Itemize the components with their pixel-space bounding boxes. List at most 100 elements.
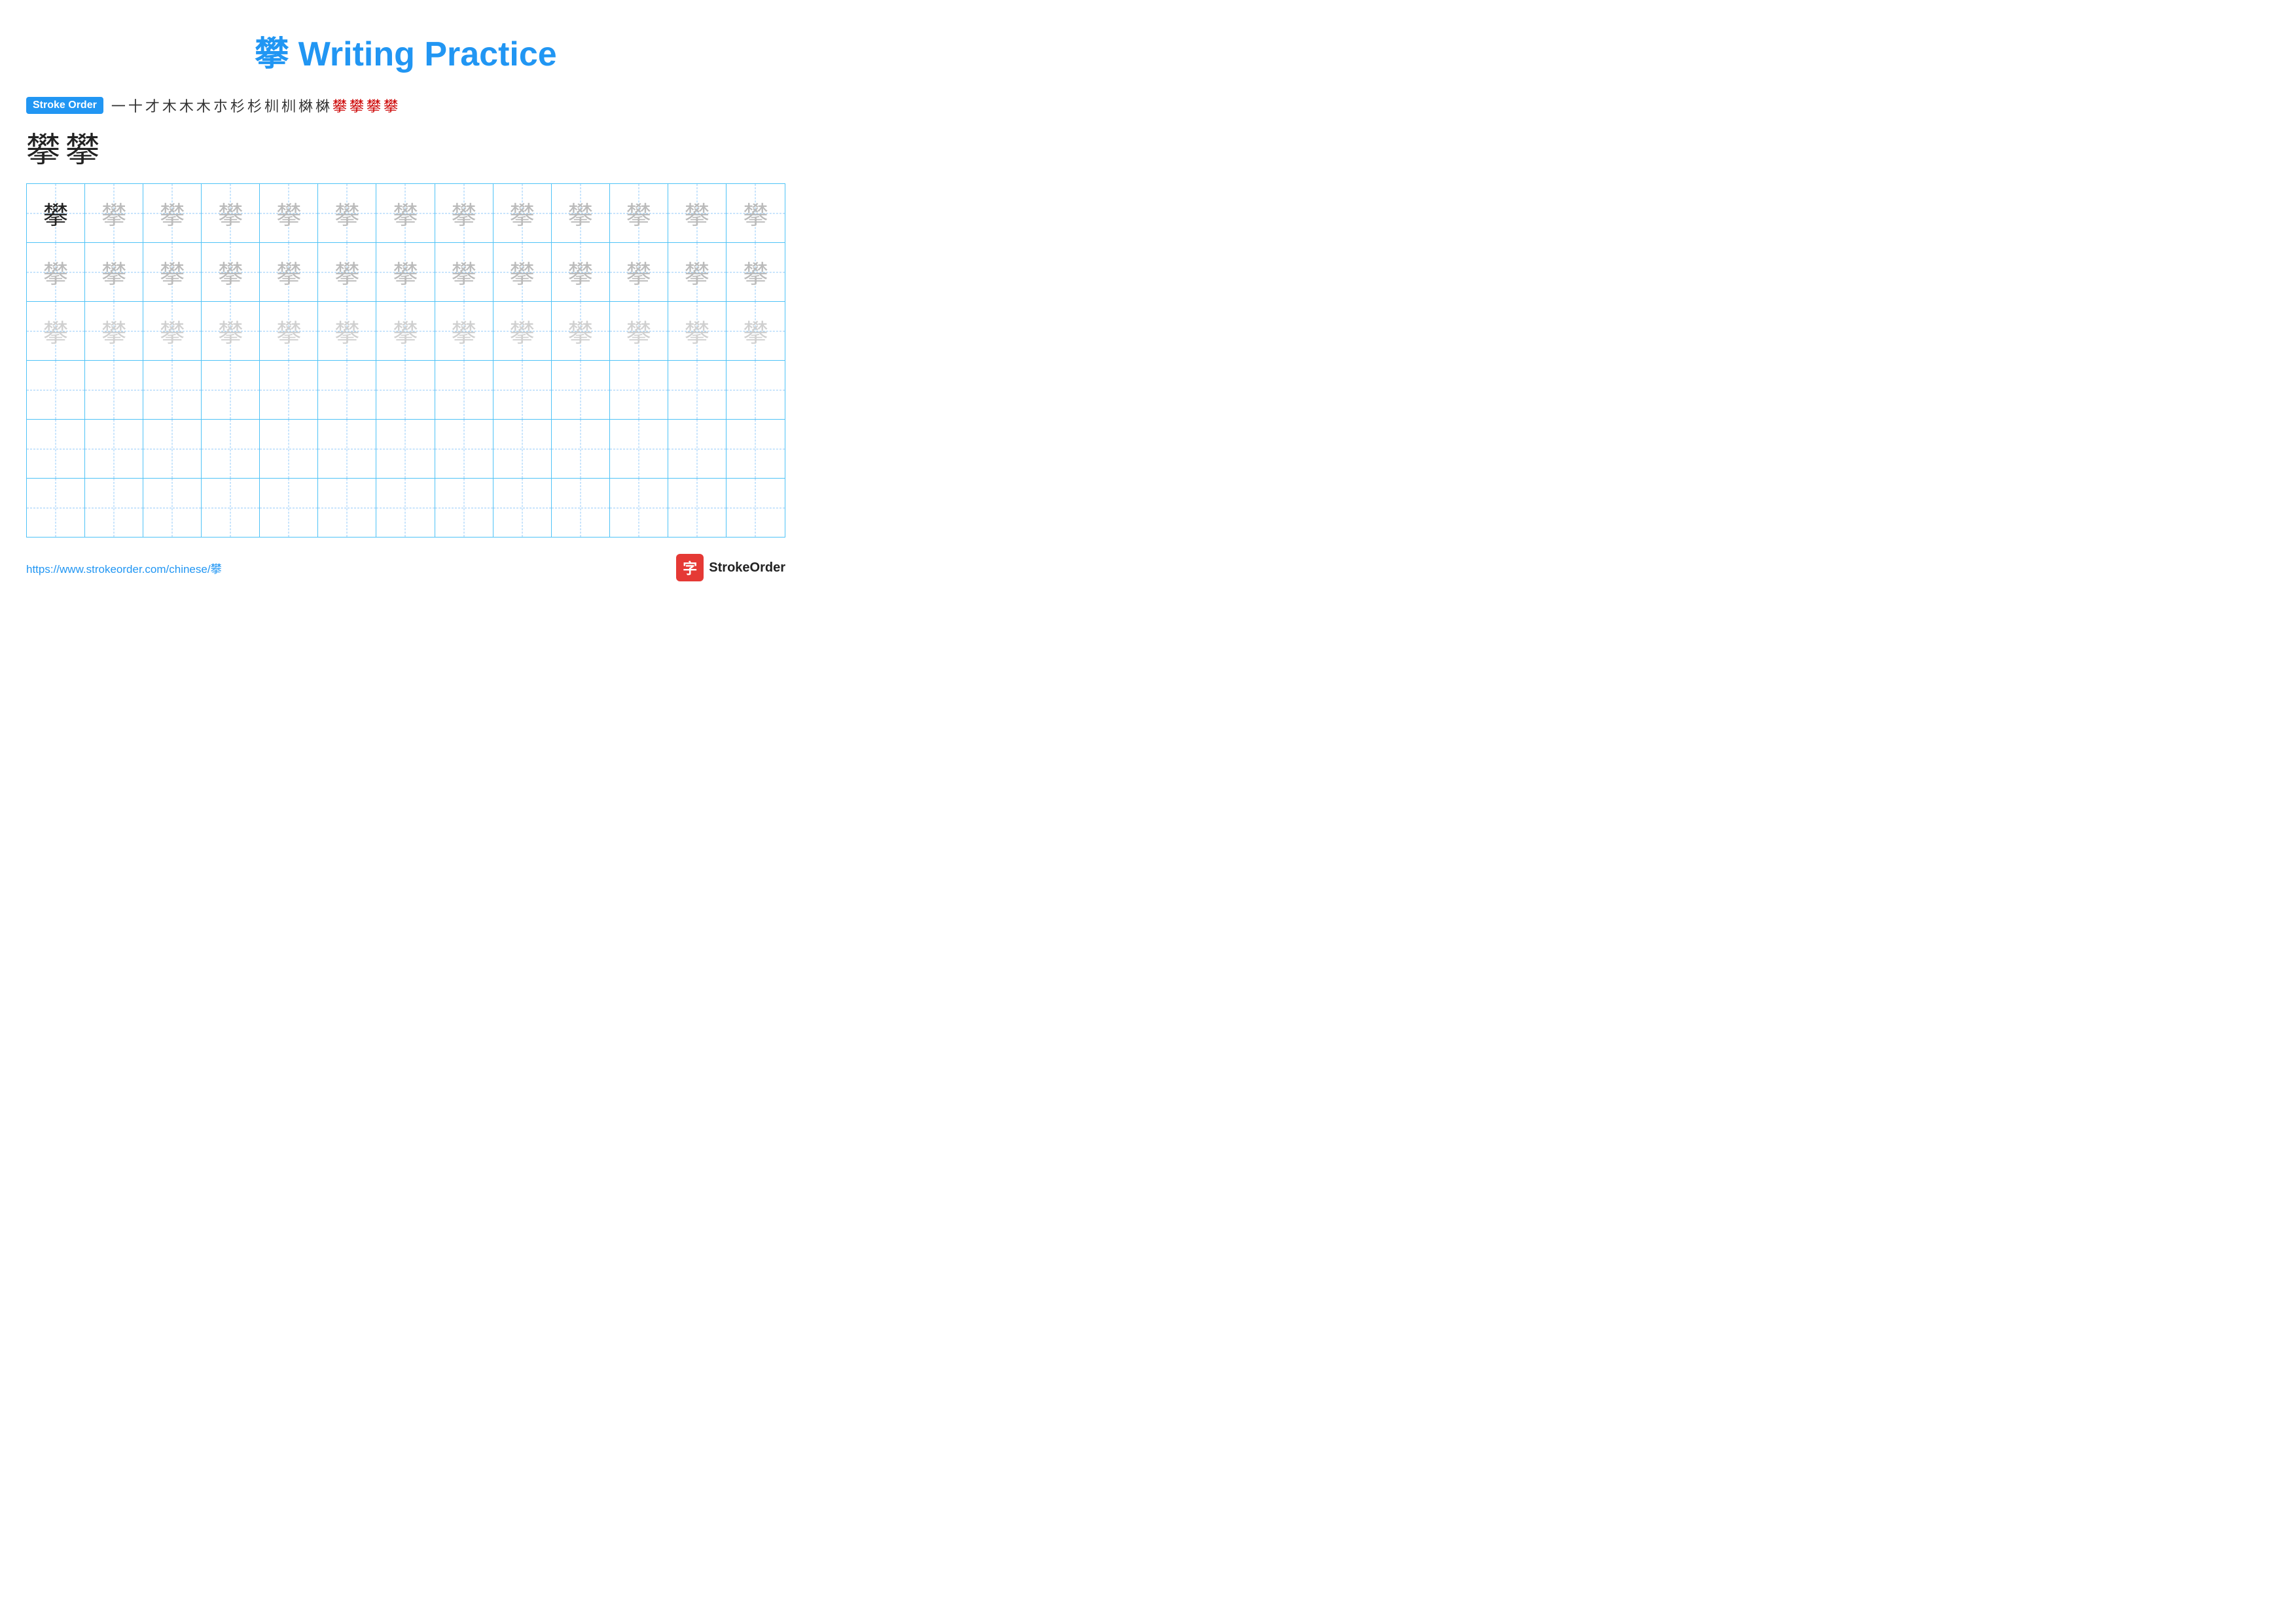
grid-cell[interactable] (726, 479, 785, 537)
grid-cell[interactable]: 攀 (143, 302, 202, 360)
grid-cell[interactable] (318, 420, 376, 478)
grid-cell[interactable]: 攀 (85, 302, 143, 360)
grid-cell[interactable] (610, 479, 668, 537)
grid-cell[interactable]: 攀 (610, 184, 668, 242)
grid-cell[interactable]: 攀 (318, 243, 376, 301)
grid-cell[interactable] (260, 361, 318, 419)
grid-cell[interactable]: 攀 (27, 184, 85, 242)
grid-cell[interactable] (318, 479, 376, 537)
grid-cell[interactable]: 攀 (318, 184, 376, 242)
footer-logo-text: StrokeOrder (709, 560, 785, 575)
grid-row[interactable] (27, 361, 785, 420)
grid-cell[interactable]: 攀 (552, 184, 610, 242)
grid-cell[interactable]: 攀 (202, 243, 260, 301)
grid-cell[interactable] (493, 420, 552, 478)
grid-cell[interactable] (143, 361, 202, 419)
grid-cell[interactable] (85, 479, 143, 537)
cell-character: 攀 (160, 313, 185, 349)
grid-cell[interactable] (260, 479, 318, 537)
cell-character: 攀 (101, 254, 126, 290)
stroke-step: 一 (111, 95, 126, 116)
cell-character: 攀 (101, 195, 126, 231)
grid-row[interactable]: 攀攀攀攀攀攀攀攀攀攀攀攀攀 (27, 243, 785, 302)
grid-cell[interactable]: 攀 (610, 302, 668, 360)
grid-cell[interactable]: 攀 (493, 302, 552, 360)
grid-row[interactable] (27, 420, 785, 479)
grid-cell[interactable] (610, 420, 668, 478)
grid-cell[interactable]: 攀 (610, 243, 668, 301)
grid-cell[interactable] (552, 479, 610, 537)
stroke-step: 攀 (367, 95, 381, 116)
grid-cell[interactable]: 攀 (435, 243, 493, 301)
grid-cell[interactable] (202, 361, 260, 419)
grid-row[interactable] (27, 479, 785, 537)
grid-cell[interactable] (318, 361, 376, 419)
grid-cell[interactable] (202, 420, 260, 478)
grid-cell[interactable]: 攀 (552, 302, 610, 360)
grid-cell[interactable] (668, 361, 726, 419)
grid-cell[interactable] (726, 420, 785, 478)
grid-cell[interactable] (143, 420, 202, 478)
grid-cell[interactable] (376, 361, 435, 419)
final-char: 攀 (65, 122, 99, 172)
cell-character: 攀 (276, 254, 301, 290)
grid-cell[interactable]: 攀 (435, 302, 493, 360)
grid-row[interactable]: 攀攀攀攀攀攀攀攀攀攀攀攀攀 (27, 184, 785, 243)
cell-character: 攀 (160, 195, 185, 231)
grid-cell[interactable] (27, 420, 85, 478)
grid-cell[interactable]: 攀 (493, 184, 552, 242)
grid-cell[interactable]: 攀 (493, 243, 552, 301)
grid-cell[interactable] (493, 479, 552, 537)
grid-cell[interactable]: 攀 (85, 184, 143, 242)
grid-cell[interactable]: 攀 (260, 302, 318, 360)
grid-cell[interactable] (85, 361, 143, 419)
grid-cell[interactable]: 攀 (552, 243, 610, 301)
grid-cell[interactable] (376, 479, 435, 537)
grid-cell[interactable]: 攀 (668, 302, 726, 360)
grid-cell[interactable] (435, 420, 493, 478)
grid-cell[interactable] (27, 479, 85, 537)
grid-cell[interactable]: 攀 (260, 184, 318, 242)
grid-cell[interactable] (435, 479, 493, 537)
grid-cell[interactable]: 攀 (726, 184, 785, 242)
grid-cell[interactable] (668, 420, 726, 478)
grid-cell[interactable] (610, 361, 668, 419)
grid-cell[interactable]: 攀 (202, 302, 260, 360)
grid-cell[interactable] (552, 361, 610, 419)
footer-url[interactable]: https://www.strokeorder.com/chinese/攀 (26, 560, 222, 576)
grid-cell[interactable] (493, 361, 552, 419)
grid-cell[interactable] (202, 479, 260, 537)
grid-cell[interactable] (726, 361, 785, 419)
grid-cell[interactable] (143, 479, 202, 537)
grid-cell[interactable]: 攀 (27, 243, 85, 301)
grid-cell[interactable] (85, 420, 143, 478)
grid-cell[interactable] (435, 361, 493, 419)
stroke-step: 攀 (384, 95, 398, 116)
grid-cell[interactable] (260, 420, 318, 478)
grid-cell[interactable]: 攀 (726, 243, 785, 301)
grid-cell[interactable] (376, 420, 435, 478)
stroke-step: 棥 (298, 95, 313, 116)
grid-cell[interactable] (668, 479, 726, 537)
stroke-step: 才 (145, 95, 160, 116)
grid-cell[interactable]: 攀 (668, 243, 726, 301)
grid-cell[interactable] (27, 361, 85, 419)
grid-cell[interactable]: 攀 (376, 243, 435, 301)
cell-character: 攀 (685, 313, 709, 349)
grid-cell[interactable] (552, 420, 610, 478)
grid-cell[interactable]: 攀 (376, 184, 435, 242)
grid-cell[interactable]: 攀 (726, 302, 785, 360)
stroke-step: 木 (162, 95, 177, 116)
grid-cell[interactable]: 攀 (85, 243, 143, 301)
grid-cell[interactable]: 攀 (143, 243, 202, 301)
grid-cell[interactable]: 攀 (27, 302, 85, 360)
stroke-step: 攀 (350, 95, 364, 116)
grid-row[interactable]: 攀攀攀攀攀攀攀攀攀攀攀攀攀 (27, 302, 785, 361)
grid-cell[interactable]: 攀 (318, 302, 376, 360)
grid-cell[interactable]: 攀 (143, 184, 202, 242)
grid-cell[interactable]: 攀 (202, 184, 260, 242)
grid-cell[interactable]: 攀 (260, 243, 318, 301)
grid-cell[interactable]: 攀 (668, 184, 726, 242)
grid-cell[interactable]: 攀 (376, 302, 435, 360)
grid-cell[interactable]: 攀 (435, 184, 493, 242)
